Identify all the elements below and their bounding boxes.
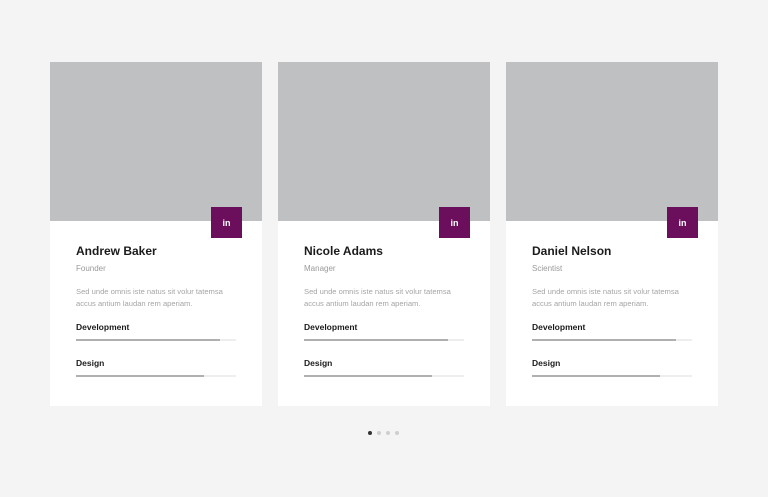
member-description: Sed unde omnis iste natus sit volur tate… xyxy=(304,287,451,308)
skill-progress-track xyxy=(532,339,692,341)
member-photo xyxy=(506,62,718,221)
member-description: Sed unde omnis iste natus sit volur tate… xyxy=(532,287,679,308)
pagination-dot[interactable] xyxy=(386,431,390,435)
member-role: Founder xyxy=(76,264,106,273)
team-card: in Andrew Baker Founder Sed unde omnis i… xyxy=(50,62,262,406)
member-description: Sed unde omnis iste natus sit volur tate… xyxy=(76,287,223,308)
skill-development: Development xyxy=(76,322,236,341)
skill-progress-track xyxy=(532,375,692,377)
skill-progress-track xyxy=(304,339,464,341)
carousel-pagination xyxy=(368,431,399,435)
skill-progress-fill xyxy=(76,375,204,377)
linkedin-icon: in xyxy=(222,217,231,228)
member-role: Scientist xyxy=(532,264,563,273)
member-name: Daniel Nelson xyxy=(532,244,612,258)
skill-progress-fill xyxy=(304,339,448,341)
skill-progress-fill xyxy=(532,339,676,341)
skill-label: Design xyxy=(532,358,561,368)
linkedin-button[interactable]: in xyxy=(439,207,470,238)
skill-progress-fill xyxy=(304,375,432,377)
skill-progress-track xyxy=(76,339,236,341)
skill-label: Design xyxy=(76,358,105,368)
member-name: Nicole Adams xyxy=(304,244,383,258)
skill-development: Development xyxy=(304,322,464,341)
pagination-dot[interactable] xyxy=(368,431,372,435)
linkedin-icon: in xyxy=(678,217,687,228)
skill-progress-fill xyxy=(76,339,220,341)
linkedin-button[interactable]: in xyxy=(667,207,698,238)
skill-development: Development xyxy=(532,322,692,341)
member-name: Andrew Baker xyxy=(76,244,157,258)
skill-design: Design xyxy=(76,358,236,377)
skill-progress-track xyxy=(76,375,236,377)
member-photo xyxy=(278,62,490,221)
linkedin-button[interactable]: in xyxy=(211,207,242,238)
team-card: in Nicole Adams Manager Sed unde omnis i… xyxy=(278,62,490,406)
skill-progress-fill xyxy=(532,375,660,377)
team-card: in Daniel Nelson Scientist Sed unde omni… xyxy=(506,62,718,406)
linkedin-icon: in xyxy=(450,217,459,228)
skill-label: Design xyxy=(304,358,333,368)
skill-design: Design xyxy=(304,358,464,377)
skill-progress-track xyxy=(304,375,464,377)
member-photo xyxy=(50,62,262,221)
member-role: Manager xyxy=(304,264,336,273)
skill-label: Development xyxy=(304,322,358,332)
skill-label: Development xyxy=(532,322,586,332)
skill-label: Development xyxy=(76,322,130,332)
pagination-dot[interactable] xyxy=(395,431,399,435)
team-carousel: in Andrew Baker Founder Sed unde omnis i… xyxy=(50,62,718,406)
skill-design: Design xyxy=(532,358,692,377)
pagination-dot[interactable] xyxy=(377,431,381,435)
